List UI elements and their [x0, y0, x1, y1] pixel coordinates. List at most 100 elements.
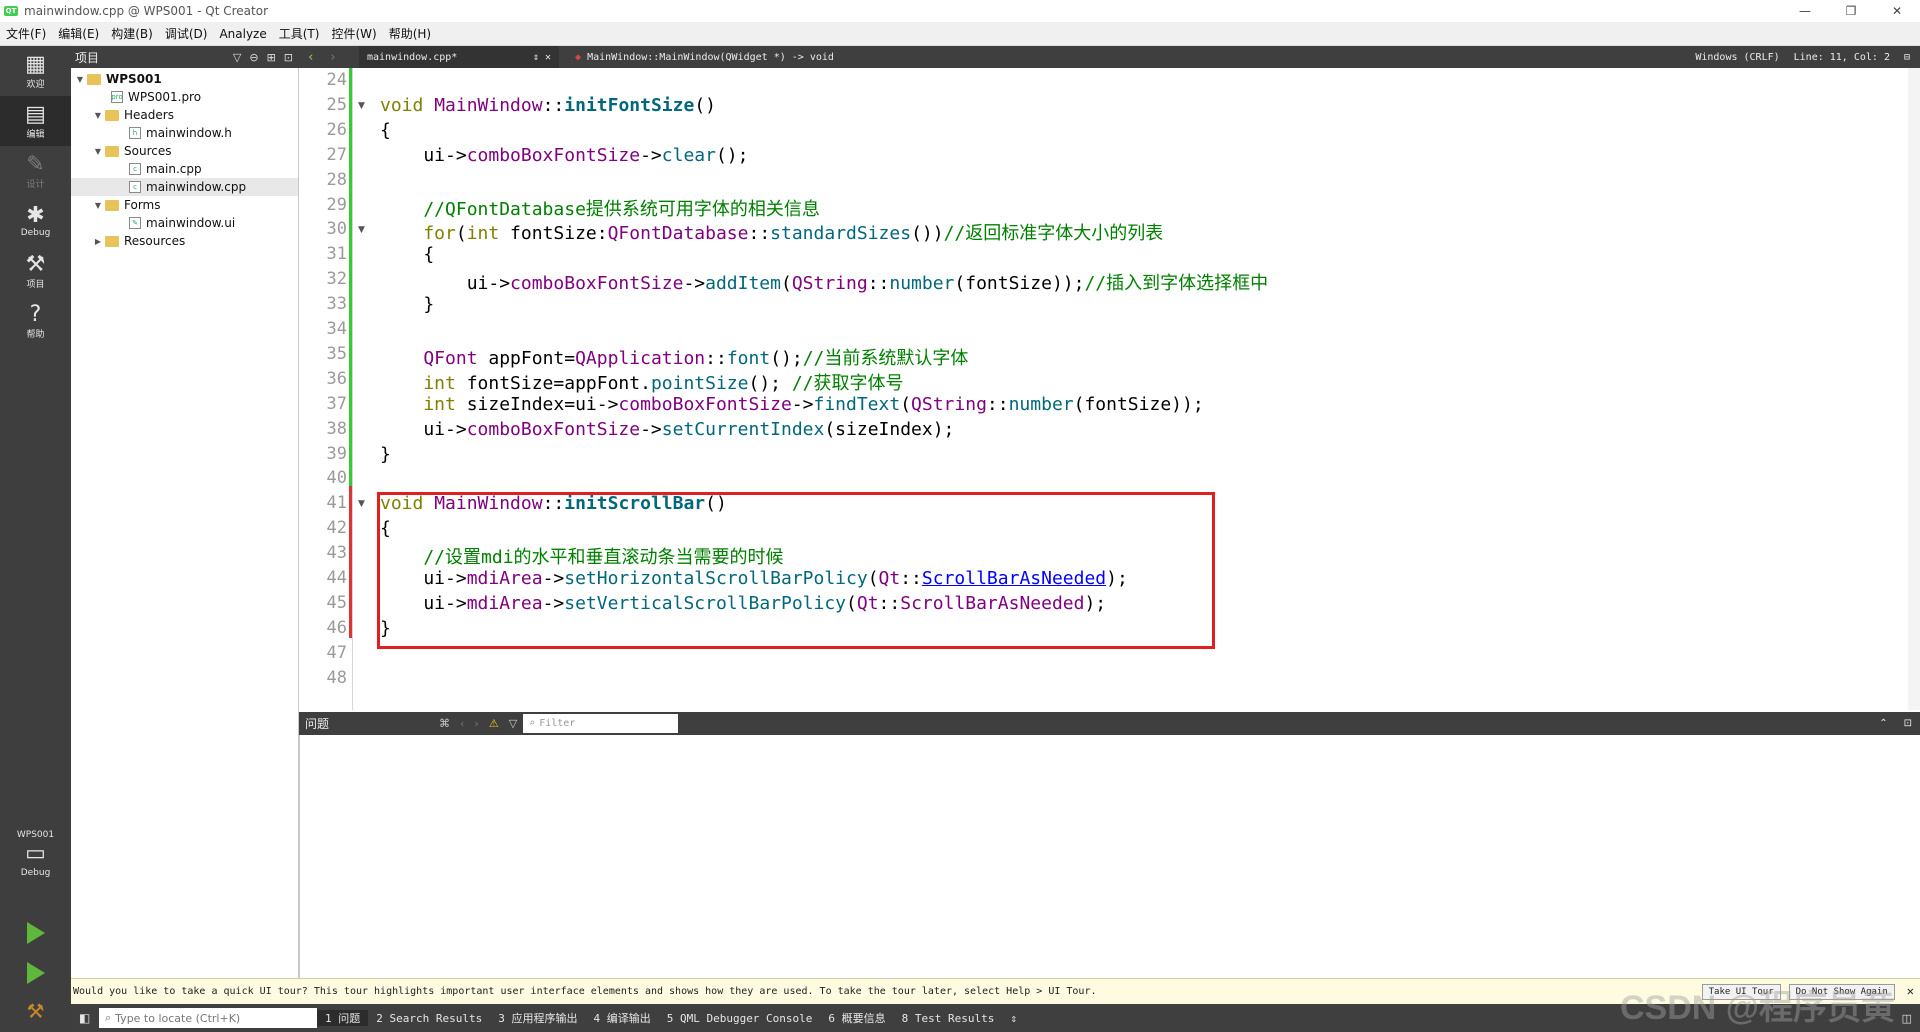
code-line[interactable]: //QFontDatabase提供系统可用字体的相关信息	[380, 195, 820, 221]
line-number: 28	[326, 169, 347, 190]
line-number: 48	[326, 667, 347, 688]
warning-icon[interactable]: ⚠	[489, 717, 499, 730]
fold-marker-icon[interactable]: ▼	[358, 101, 365, 111]
folder-icon	[105, 109, 119, 121]
split-icon[interactable]: ⊞	[267, 51, 276, 64]
tree-item-project[interactable]: ▼ WPS001	[73, 70, 162, 88]
expanded-arrow-icon[interactable]: ▼	[91, 111, 105, 120]
close-window-button[interactable]: ✕	[1874, 0, 1920, 22]
code-token: standardSizes	[770, 223, 912, 245]
code-line[interactable]: }	[380, 294, 434, 315]
file-dropdown-icon[interactable]: ⇕	[533, 52, 545, 63]
menu-build[interactable]: 构建(B)	[105, 25, 159, 42]
mode-edit[interactable]: ▤ 编辑	[0, 96, 71, 146]
output-tab-compile-output[interactable]: 4 编译输出	[585, 1010, 658, 1026]
back-arrow-icon[interactable]: ‹	[307, 50, 315, 65]
code-line[interactable]: ui->comboBoxFontSize->addItem(QString::n…	[380, 269, 1268, 295]
menu-tools[interactable]: 工具(T)	[273, 25, 326, 42]
menu-edit[interactable]: 编辑(E)	[52, 25, 105, 42]
code-line[interactable]: {	[380, 120, 391, 141]
line-ending-selector[interactable]: Windows (CRLF)	[1695, 52, 1779, 63]
code-line[interactable]: int fontSize=appFont.pointSize(); //获取字体…	[380, 369, 903, 395]
collapsed-arrow-icon[interactable]: ▶	[91, 237, 105, 246]
open-file-selector[interactable]: mainwindow.cpp* ⇕ ✕	[359, 46, 559, 68]
link-icon[interactable]: ⊖	[249, 51, 258, 64]
close-pane-icon[interactable]: ⊡	[1904, 718, 1912, 729]
code-token: clear	[661, 144, 716, 166]
code-line[interactable]: ui->comboBoxFontSize->clear();	[380, 145, 748, 166]
code-line[interactable]: int sizeIndex=ui->comboBoxFontSize->find…	[380, 393, 1204, 415]
expanded-arrow-icon[interactable]: ▼	[91, 201, 105, 210]
code-line[interactable]: ui->comboBoxFontSize->setCurrentIndex(si…	[380, 419, 954, 440]
code-line[interactable]: void MainWindow::initFontSize()	[380, 95, 716, 116]
code-token: comboBoxFontSize	[510, 273, 684, 295]
output-tab-issues[interactable]: 1 问题	[317, 1010, 369, 1026]
menu-widgets[interactable]: 控件(W)	[325, 25, 382, 42]
code-line[interactable]: QFont appFont=QApplication::font();//当前系…	[380, 344, 968, 370]
output-tab-test-results[interactable]: 8 Test Results	[894, 1012, 1003, 1025]
tree-item-mainwindow-cpp[interactable]: c mainwindow.cpp	[71, 178, 298, 196]
kit-selector[interactable]: WPS001 ▭ Debug	[0, 830, 71, 878]
code-line[interactable]: {	[380, 244, 434, 265]
clear-icon[interactable]: ⌘	[439, 717, 450, 730]
menu-file[interactable]: 文件(F)	[0, 25, 52, 42]
tree-item-mainwindow-ui[interactable]: ✎ mainwindow.ui	[129, 214, 235, 232]
fold-marker-icon[interactable]: ▼	[358, 225, 365, 235]
tree-item-sources[interactable]: ▼ Sources	[91, 142, 172, 160]
issues-filter-input[interactable]: ⌕ Filter	[523, 714, 679, 733]
mode-debug[interactable]: ✱ Debug	[0, 196, 71, 246]
next-icon[interactable]: ›	[474, 717, 478, 730]
mode-welcome[interactable]: ▦ 欢迎	[0, 46, 71, 96]
mode-design[interactable]: ✎ 设计	[0, 146, 71, 196]
code-token: comboBoxFontSize	[466, 144, 641, 166]
code-line[interactable]: for(int fontSize:QFontDatabase::standard…	[380, 219, 1163, 245]
fold-marker-icon[interactable]: ▼	[358, 499, 365, 509]
tree-item-headers[interactable]: ▼ Headers	[91, 106, 174, 124]
code-token: (fontSize));	[1073, 393, 1204, 415]
symbol-selector[interactable]: ◆ MainWindow::MainWindow(QWidget *) -> v…	[575, 52, 834, 63]
split-editor-icon[interactable]: ⊟	[1904, 52, 1910, 63]
menu-analyze[interactable]: Analyze	[213, 27, 272, 41]
maximize-pane-icon[interactable]: ⌃	[1879, 718, 1887, 729]
output-tab-search-results[interactable]: 2 Search Results	[368, 1012, 490, 1025]
output-tab-general-messages[interactable]: 6 概要信息	[820, 1010, 893, 1026]
expanded-arrow-icon[interactable]: ▼	[73, 75, 87, 84]
build-button[interactable]: ⚒	[0, 996, 71, 1026]
code-token: findText	[813, 393, 901, 415]
line-number: 39	[326, 443, 347, 464]
qt-creator-window: QT mainwindow.cpp @ WPS001 - Qt Creator …	[0, 0, 1920, 1032]
toggle-sidebar-icon[interactable]: ◧	[79, 1011, 90, 1025]
code-line[interactable]: }	[380, 444, 391, 465]
debug-run-button[interactable]	[0, 958, 71, 988]
tree-item-resources[interactable]: ▶ Resources	[91, 232, 185, 250]
run-button[interactable]	[0, 918, 71, 948]
close-pane-icon[interactable]: ⊡	[284, 51, 293, 64]
method-icon: ◆	[575, 51, 582, 63]
tree-item-main-cpp[interactable]: c main.cpp	[129, 160, 202, 178]
code-token: ->	[791, 393, 814, 415]
prev-icon[interactable]: ‹	[460, 717, 464, 730]
filter-icon[interactable]: ▽	[509, 717, 517, 730]
maximize-button[interactable]: ❐	[1828, 0, 1874, 22]
forward-arrow-icon[interactable]: ›	[329, 50, 337, 65]
close-file-icon[interactable]: ✕	[545, 52, 559, 63]
minimize-button[interactable]: —	[1782, 0, 1828, 22]
tree-item-pro-file[interactable]: pro WPS001.pro	[111, 88, 201, 106]
menu-help[interactable]: 帮助(H)	[383, 25, 437, 42]
editor-scrollbar[interactable]	[1908, 68, 1920, 710]
tree-item-mainwindow-h[interactable]: h mainwindow.h	[129, 124, 232, 142]
menu-debug[interactable]: 调试(D)	[159, 25, 214, 42]
mode-projects[interactable]: ⚒ 项目	[0, 246, 71, 296]
filter-icon[interactable]: ▽	[233, 51, 241, 64]
expanded-arrow-icon[interactable]: ▼	[91, 147, 105, 156]
output-tab-application-output[interactable]: 3 应用程序输出	[490, 1010, 585, 1026]
code-token: addItem	[705, 273, 781, 295]
cursor-position[interactable]: Line: 11, Col: 2	[1794, 52, 1890, 63]
output-tab-qml-debugger[interactable]: 5 QML Debugger Console	[659, 1012, 821, 1025]
locator-input[interactable]: ⌕ Type to locate (Ctrl+K)	[99, 1008, 317, 1028]
mode-help[interactable]: ? 帮助	[0, 296, 71, 346]
tree-item-forms[interactable]: ▼ Forms	[91, 196, 161, 214]
more-tabs-icon[interactable]: ⇕	[1002, 1012, 1025, 1025]
project-pane-title[interactable]: 项目	[75, 49, 99, 66]
code-token: ::	[542, 94, 565, 116]
